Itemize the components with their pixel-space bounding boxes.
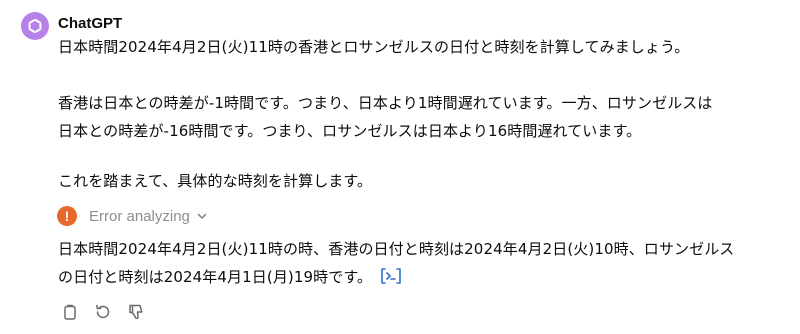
analysis-status-label: Error analyzing [89, 207, 190, 225]
paragraph-line: 香港は日本との時差が-1時間です。つまり、日本より1時間遅れています。一方、ロサ… [58, 94, 713, 112]
paragraph-line: 日本時間2024年4月2日(火)11時の時、香港の日付と時刻は2024年4月2日… [58, 240, 735, 258]
paragraph-line: これを踏まえて、具体的な時刻を計算します。 [58, 172, 373, 190]
paragraph-line: の日付と時刻は2024年4月1日(月)19時です。 [58, 263, 788, 291]
openai-logo-icon [28, 18, 42, 34]
message-paragraph: これを踏まえて、具体的な時刻を計算します。 [58, 167, 788, 195]
message-paragraph: 香港は日本との時差が-1時間です。つまり、日本より1時間遅れています。一方、ロサ… [58, 89, 788, 145]
thumbs-down-icon [129, 304, 143, 320]
result-paragraph: 日本時間2024年4月2日(火)11時の時、香港の日付と時刻は2024年4月2日… [58, 235, 788, 291]
regenerate-icon [96, 304, 110, 319]
copy-icon [64, 304, 76, 320]
paragraph-line: 日本との時差が-16時間です。つまり、ロサンゼルスは日本より16時間遅れています… [58, 122, 642, 140]
view-analysis-code-icon[interactable] [380, 267, 402, 285]
error-exclamation-icon: ! [57, 206, 77, 226]
result-line-text: の日付と時刻は2024年4月1日(月)19時です。 [58, 268, 373, 286]
copy-button[interactable] [60, 302, 80, 322]
paragraph-line: 日本時間2024年4月2日(火)11時の香港とロサンゼルスの日付と時刻を計算して… [58, 38, 690, 56]
sender-name: ChatGPT [58, 15, 123, 32]
analysis-status-toggle[interactable]: ! Error analyzing [57, 204, 208, 228]
regenerate-button[interactable] [93, 302, 113, 322]
thumbs-down-button[interactable] [126, 302, 146, 322]
chevron-down-icon [196, 210, 208, 222]
message-paragraph: 日本時間2024年4月2日(火)11時の香港とロサンゼルスの日付と時刻を計算して… [58, 33, 788, 61]
avatar [21, 12, 49, 40]
message-actions [60, 302, 146, 322]
